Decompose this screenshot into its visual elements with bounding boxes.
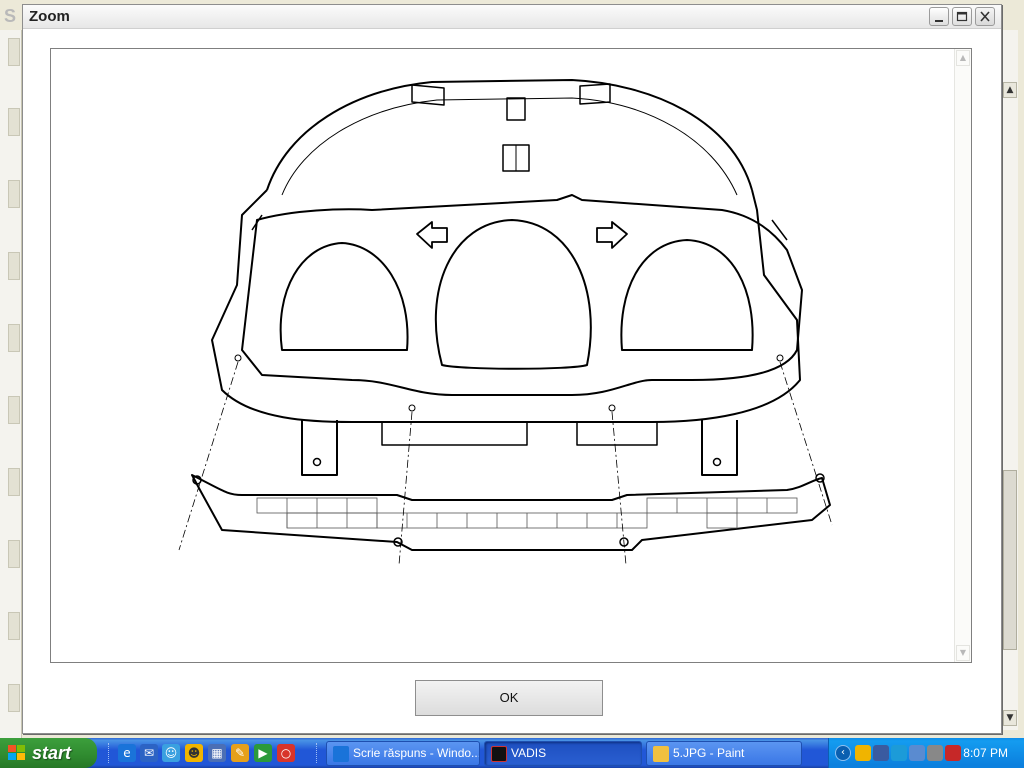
ie-icon	[333, 746, 349, 762]
outlook-icon[interactable]: ✉	[140, 744, 158, 762]
instrument-cluster-diagram	[178, 79, 833, 566]
paint-icon	[653, 746, 669, 762]
ok-button[interactable]: OK	[415, 680, 603, 716]
windows-logo-icon	[8, 745, 25, 760]
image-viewport[interactable]: ▲ ▼	[50, 48, 972, 663]
task-button-browser[interactable]: Scrie răspuns - Windo...	[326, 741, 480, 766]
task-button-vadis[interactable]: VADIS	[484, 741, 642, 766]
clock[interactable]: 8:07 PM	[963, 738, 1008, 768]
smiley-icon[interactable]: ☻	[185, 744, 203, 762]
close-button[interactable]	[975, 7, 995, 26]
minimize-button[interactable]	[929, 7, 949, 26]
maximize-icon	[956, 11, 968, 22]
dialog-titlebar[interactable]: Zoom	[23, 5, 1001, 29]
start-label: start	[32, 743, 72, 763]
player-icon[interactable]: ▶	[254, 744, 272, 762]
task-label: VADIS	[511, 746, 547, 760]
vadis-icon	[491, 746, 507, 762]
background-left-panel	[0, 30, 22, 738]
zoom-dialog: Zoom ▲ ▼ OK	[22, 4, 1002, 734]
image-scrollbar[interactable]: ▲ ▼	[954, 49, 971, 662]
media-icon[interactable]: ▦	[208, 744, 226, 762]
minimize-icon	[935, 20, 943, 22]
scroll-down-arrow-icon[interactable]: ▼	[1003, 710, 1017, 726]
tray-app-icon[interactable]	[891, 745, 907, 761]
panel-cell	[8, 324, 20, 352]
background-scrollbar[interactable]: ▲ ▼	[1000, 30, 1018, 730]
panel-cell	[8, 252, 20, 280]
panel-cell	[8, 180, 20, 208]
taskbar: start e ✉ ☺ ☻ ▦ ✎ ▶ ○ Scrie răspuns - Wi…	[0, 738, 1024, 768]
tray-display-icon[interactable]	[909, 745, 925, 761]
panel-cell	[8, 108, 20, 136]
scroll-down-arrow-icon[interactable]: ▼	[956, 645, 970, 661]
panel-cell	[8, 396, 20, 424]
messenger-icon[interactable]: ☺	[162, 744, 180, 762]
system-tray: ‹ 8:07 PM	[828, 738, 1024, 768]
dialog-title: Zoom	[29, 8, 70, 25]
scroll-up-arrow-icon[interactable]: ▲	[1003, 82, 1017, 98]
notes-icon[interactable]: ✎	[231, 744, 249, 762]
panel-cell	[8, 468, 20, 496]
close-icon	[980, 11, 990, 22]
tray-speaker-icon[interactable]	[927, 745, 943, 761]
toolbar-grip[interactable]	[108, 743, 112, 763]
background-app-title: S	[4, 6, 17, 26]
panel-cell	[8, 38, 20, 66]
toolbar-grip[interactable]	[316, 743, 320, 763]
start-button[interactable]: start	[0, 738, 97, 768]
maximize-button[interactable]	[952, 7, 972, 26]
task-label: 5.JPG - Paint	[673, 746, 745, 760]
scroll-thumb[interactable]	[1003, 470, 1017, 650]
panel-cell	[8, 612, 20, 640]
tray-ati-icon[interactable]	[945, 745, 961, 761]
opera-icon[interactable]: ○	[277, 744, 295, 762]
ie-icon[interactable]: e	[118, 744, 136, 762]
tray-messenger-icon[interactable]	[855, 745, 871, 761]
scroll-up-arrow-icon[interactable]: ▲	[956, 50, 970, 66]
task-button-paint[interactable]: 5.JPG - Paint	[646, 741, 802, 766]
task-label: Scrie răspuns - Windo...	[353, 746, 480, 760]
tray-expand-icon[interactable]: ‹	[835, 745, 851, 761]
tray-network-icon[interactable]	[873, 745, 889, 761]
panel-cell	[8, 684, 20, 712]
housing-hood	[266, 79, 753, 191]
panel-cell	[8, 540, 20, 568]
